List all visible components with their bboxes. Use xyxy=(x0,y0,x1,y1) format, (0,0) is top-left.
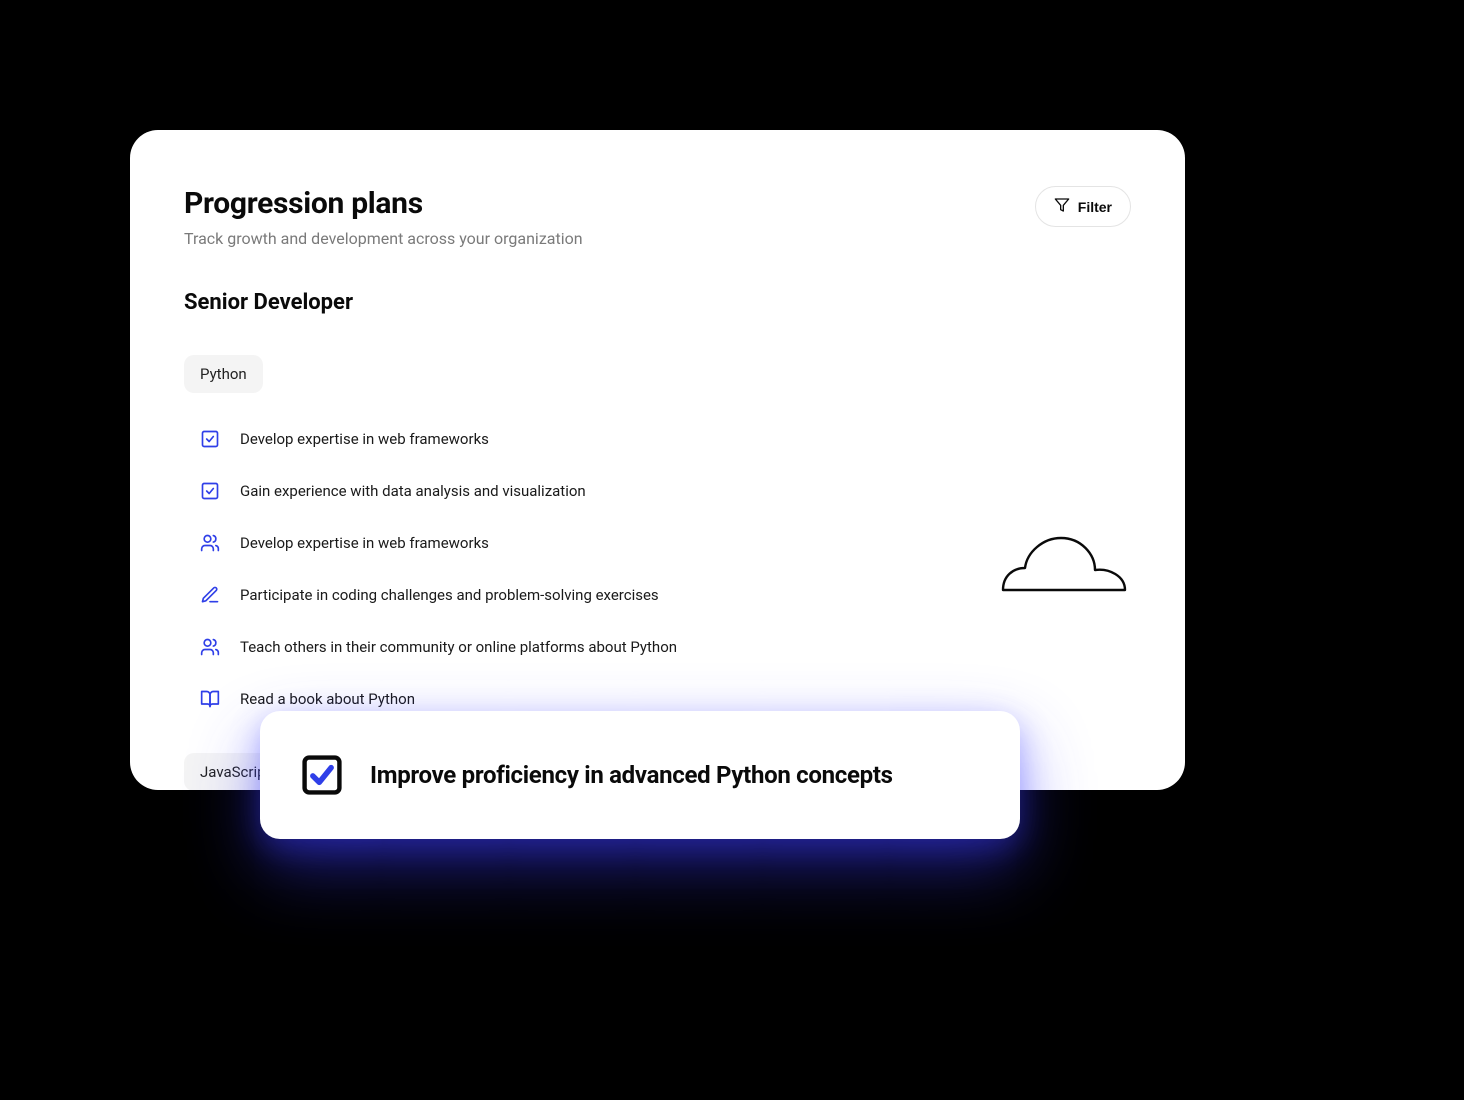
item-text: Teach others in their community or onlin… xyxy=(240,638,677,656)
people-icon xyxy=(198,635,222,659)
page-title: Progression plans xyxy=(184,186,583,221)
item-text: Participate in coding challenges and pro… xyxy=(240,586,659,604)
book-icon xyxy=(198,687,222,711)
header-row: Progression plans Track growth and devel… xyxy=(184,186,1131,248)
header-text: Progression plans Track growth and devel… xyxy=(184,186,583,248)
popup-text: Improve proficiency in advanced Python c… xyxy=(370,761,893,789)
checkbox-icon[interactable] xyxy=(300,753,344,797)
filter-button[interactable]: Filter xyxy=(1035,186,1131,227)
list-item[interactable]: Participate in coding challenges and pro… xyxy=(184,569,1131,621)
pencil-icon xyxy=(198,583,222,607)
filter-icon xyxy=(1054,197,1070,216)
checkbox-icon[interactable] xyxy=(198,427,222,451)
section-tag-python[interactable]: Python xyxy=(184,355,263,393)
item-text: Develop expertise in web frameworks xyxy=(240,534,489,552)
item-text: Develop expertise in web frameworks xyxy=(240,430,489,448)
page-subtitle: Track growth and development across your… xyxy=(184,229,583,248)
people-icon xyxy=(198,531,222,555)
item-text: Gain experience with data analysis and v… xyxy=(240,482,586,500)
section-items-python: Develop expertise in web frameworks Gain… xyxy=(184,413,1131,725)
list-item[interactable]: Develop expertise in web frameworks xyxy=(184,517,1131,569)
list-item[interactable]: Teach others in their community or onlin… xyxy=(184,621,1131,673)
role-title: Senior Developer xyxy=(184,290,1131,315)
main-card: Progression plans Track growth and devel… xyxy=(130,130,1185,790)
item-text: Read a book about Python xyxy=(240,690,415,708)
filter-label: Filter xyxy=(1078,199,1112,215)
list-item[interactable]: Develop expertise in web frameworks xyxy=(184,413,1131,465)
highlight-popup: Improve proficiency in advanced Python c… xyxy=(260,711,1020,839)
checkbox-icon[interactable] xyxy=(198,479,222,503)
cloud-icon xyxy=(999,536,1129,596)
list-item[interactable]: Gain experience with data analysis and v… xyxy=(184,465,1131,517)
